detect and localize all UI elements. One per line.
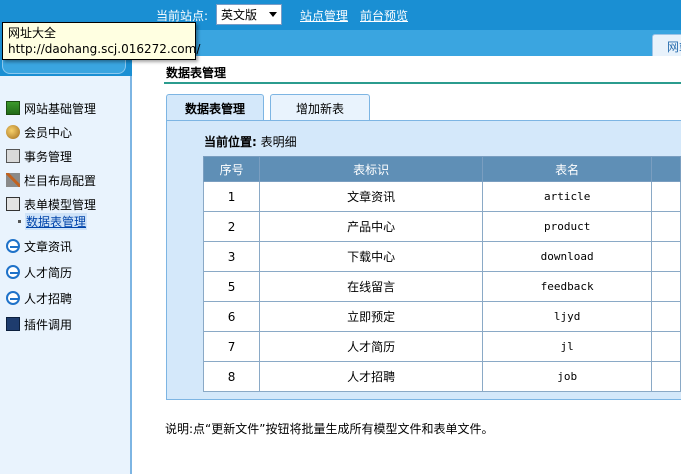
sidebar-item-label: 表单模型管理 — [24, 197, 97, 212]
dropdown-arrow-icon — [269, 12, 277, 17]
table-row: 5 在线留言 feedback — [202, 271, 681, 302]
tab-add-table[interactable]: 增加新表 — [270, 94, 370, 120]
table-row: 8 人才招聘 job — [202, 361, 681, 392]
ie-icon — [6, 265, 20, 279]
front-preview-link[interactable]: 前台预览 — [360, 7, 408, 24]
site-select[interactable]: 英文版 — [216, 4, 282, 25]
cell-extra — [651, 181, 681, 212]
tooltip: 网址大全 http://daohang.scj.016272.com/ — [2, 22, 201, 60]
sidebar-item-label: 事务管理 — [24, 149, 73, 164]
sidebar-item-label: 网站基础管理 — [24, 101, 97, 116]
column-header-extra — [651, 156, 681, 182]
column-header-index: 序号 — [202, 156, 261, 182]
tab-website[interactable]: 网站 — [652, 34, 681, 56]
tools-icon — [6, 173, 20, 187]
sidebar: 网站基础管理 会员中心 事务管理 栏目布局配置 表单模型管理 数据表管理 文章资… — [0, 56, 132, 474]
sidebar-item-recruit[interactable]: 人才招聘 — [6, 286, 96, 310]
tab-label: 数据表管理 — [184, 102, 245, 116]
column-header-identifier: 表标识 — [259, 156, 484, 182]
table-row: 2 产品中心 product — [202, 211, 681, 242]
title-divider — [164, 82, 681, 84]
cell-index: 8 — [202, 361, 261, 392]
cell-identifier: 人才简历 — [259, 331, 484, 362]
sidebar-item-plugin[interactable]: 插件调用 — [6, 312, 96, 336]
ie-icon — [6, 291, 20, 305]
table-row: 1 文章资讯 article — [202, 181, 681, 212]
sidebar-item-label: 插件调用 — [24, 317, 73, 332]
tab-data-table[interactable]: 数据表管理 — [166, 94, 264, 120]
plugin-icon — [6, 317, 20, 331]
cell-identifier: 文章资讯 — [259, 181, 484, 212]
table-row: 7 人才简历 jl — [202, 331, 681, 362]
sidebar-item-site-basic[interactable]: 网站基础管理 — [6, 96, 96, 120]
cell-name: jl — [482, 331, 653, 362]
bullet-icon — [18, 219, 21, 223]
page-title: 数据表管理 — [166, 66, 227, 80]
tooltip-title: 网址大全 — [8, 26, 57, 40]
cell-name: product — [482, 211, 653, 242]
cell-extra — [651, 271, 681, 302]
cell-name: article — [482, 181, 653, 212]
column-header-name: 表名 — [482, 156, 653, 182]
cell-identifier: 下载中心 — [259, 241, 484, 272]
site-icon — [6, 101, 20, 115]
cell-index: 2 — [202, 211, 261, 242]
sidebar-item-label: 文章资讯 — [24, 239, 73, 254]
cell-name: download — [482, 241, 653, 272]
cell-index: 3 — [202, 241, 261, 272]
data-table: 序号 表标识 表名 1 文章资讯 article 2 产品中心 product … — [202, 156, 681, 392]
cell-index: 6 — [202, 301, 261, 332]
sidebar-item-task[interactable]: 事务管理 — [6, 144, 96, 168]
sidebar-item-label: 人才简历 — [24, 265, 73, 280]
sidebar-subitem-data-table[interactable]: 数据表管理 — [18, 212, 96, 230]
site-select-value: 英文版 — [221, 8, 258, 22]
sidebar-item-member-center[interactable]: 会员中心 — [6, 120, 96, 144]
cell-extra — [651, 241, 681, 272]
cell-name: ljyd — [482, 301, 653, 332]
sidebar-subitem-label: 数据表管理 — [25, 212, 88, 230]
cell-extra — [651, 331, 681, 362]
breadcrumb: 当前位置: 表明细 — [204, 133, 297, 150]
cell-extra — [651, 301, 681, 332]
cell-index: 1 — [202, 181, 261, 212]
site-manage-link[interactable]: 站点管理 — [300, 7, 348, 24]
cell-extra — [651, 361, 681, 392]
cell-index: 7 — [202, 331, 261, 362]
sidebar-item-label: 人才招聘 — [24, 291, 73, 306]
sidebar-item-layout[interactable]: 栏目布局配置 — [6, 168, 96, 192]
cell-identifier: 人才招聘 — [259, 361, 484, 392]
tooltip-url: http://daohang.scj.016272.com/ — [8, 42, 201, 56]
task-icon — [6, 149, 20, 163]
sidebar-item-resume[interactable]: 人才简历 — [6, 260, 96, 284]
form-icon — [6, 197, 20, 211]
breadcrumb-value: 表明细 — [260, 135, 297, 149]
cell-extra — [651, 211, 681, 242]
cell-identifier: 在线留言 — [259, 271, 484, 302]
tab-website-label: 网站 — [667, 40, 681, 54]
cell-identifier: 产品中心 — [259, 211, 484, 242]
sidebar-menu: 网站基础管理 会员中心 事务管理 栏目布局配置 表单模型管理 数据表管理 文章资… — [6, 96, 96, 336]
top-bar-stripe — [132, 30, 681, 56]
cell-identifier: 立即预定 — [259, 301, 484, 332]
cell-index: 5 — [202, 271, 261, 302]
footer-note: 说明:点“更新文件”按钮将批量生成所有模型文件和表单文件。 — [165, 422, 494, 436]
tab-label: 增加新表 — [295, 102, 344, 116]
cell-name: feedback — [482, 271, 653, 302]
member-icon — [6, 125, 20, 139]
sidebar-item-label: 会员中心 — [24, 125, 73, 140]
sidebar-item-articles[interactable]: 文章资讯 — [6, 234, 96, 258]
table-header-row: 序号 表标识 表名 — [202, 156, 681, 182]
sidebar-item-label: 栏目布局配置 — [24, 173, 97, 188]
table-row: 3 下载中心 download — [202, 241, 681, 272]
cell-name: job — [482, 361, 653, 392]
ie-icon — [6, 239, 20, 253]
table-row: 6 立即预定 ljyd — [202, 301, 681, 332]
breadcrumb-label: 当前位置: — [204, 135, 257, 149]
